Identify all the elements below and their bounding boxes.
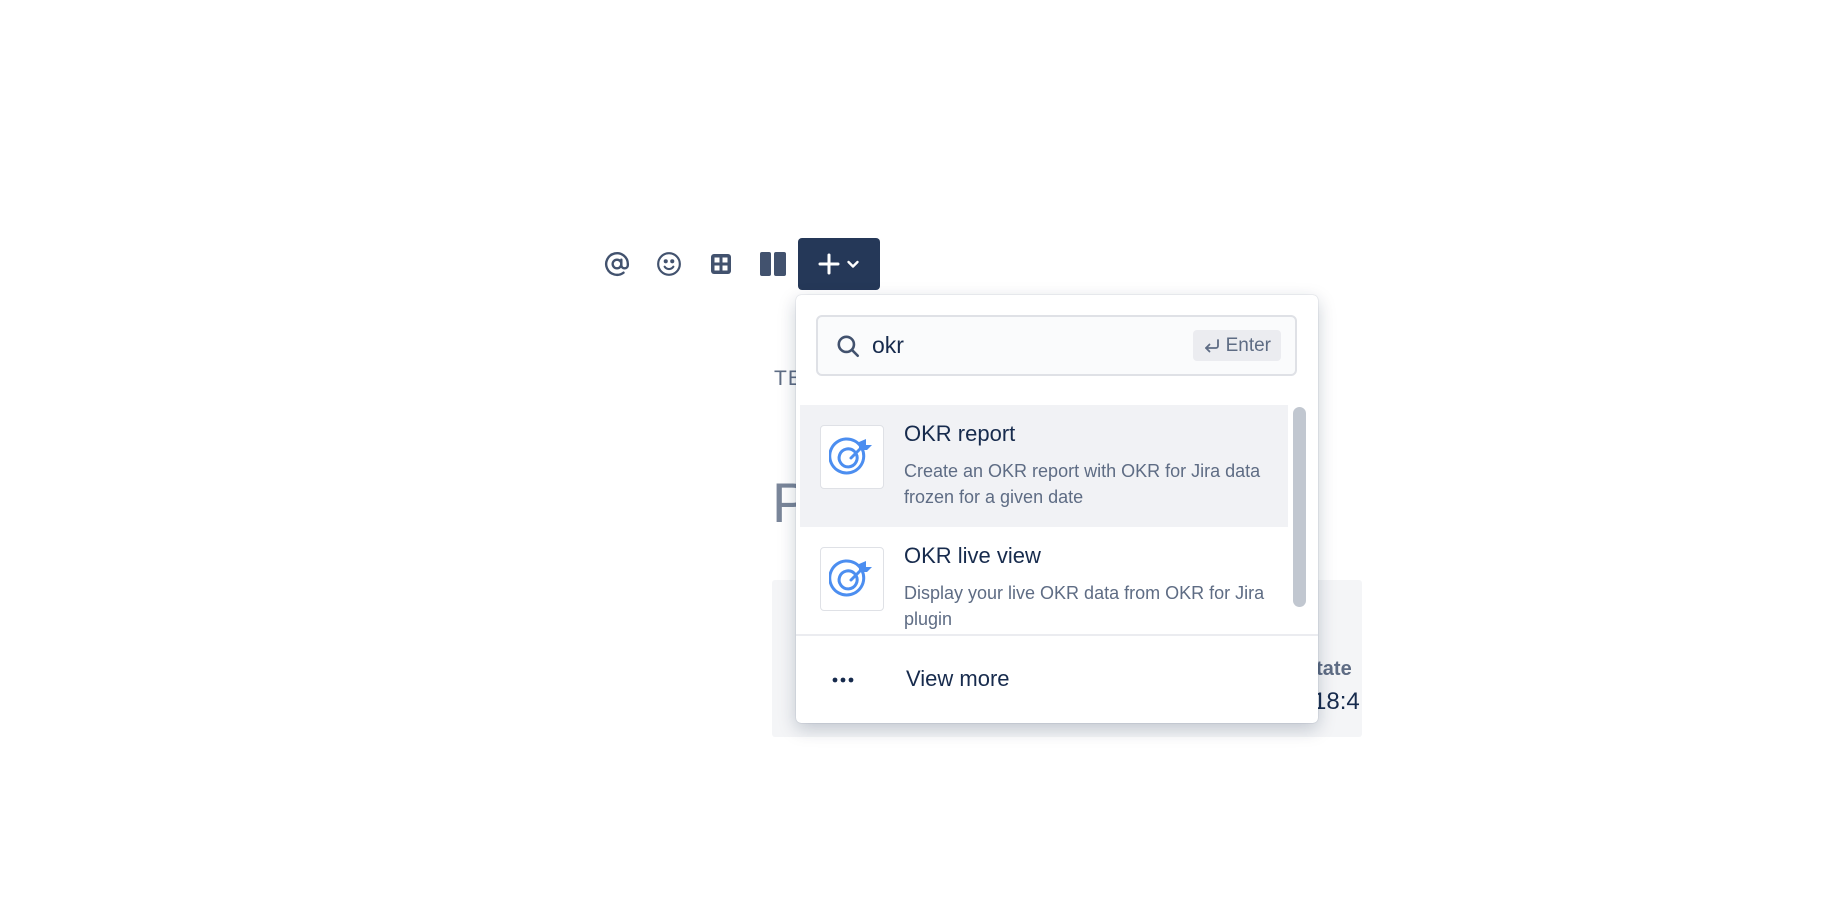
layout-button[interactable] bbox=[747, 238, 799, 290]
enter-hint-badge: Enter bbox=[1192, 330, 1281, 361]
result-title: OKR report bbox=[904, 421, 1016, 446]
search-icon bbox=[834, 332, 862, 360]
enter-key-icon bbox=[1204, 338, 1219, 352]
result-description: Display your live OKR data from OKR for … bbox=[904, 583, 1265, 629]
result-item-okr-live-view[interactable]: OKR live view Display your live OKR data… bbox=[800, 527, 1288, 631]
view-more-label: View more bbox=[906, 666, 1010, 691]
okr-target-icon bbox=[820, 547, 884, 611]
results-scrollbar[interactable] bbox=[1291, 407, 1308, 627]
emoji-icon bbox=[657, 252, 681, 276]
results-list: OKR report Create an OKR report with OKR… bbox=[800, 405, 1288, 631]
more-dots-icon bbox=[830, 667, 856, 693]
result-item-okr-report[interactable]: OKR report Create an OKR report with OKR… bbox=[800, 405, 1288, 527]
mention-button[interactable] bbox=[591, 238, 643, 290]
search-input[interactable] bbox=[872, 325, 1193, 366]
emoji-button[interactable] bbox=[643, 238, 695, 290]
layout-icon bbox=[760, 252, 786, 276]
result-description: Create an OKR report with OKR for Jira d… bbox=[904, 461, 1261, 507]
okr-target-icon bbox=[820, 425, 884, 489]
insert-button[interactable] bbox=[798, 238, 880, 290]
page-canvas: TE P state 2 18:4 okr Enter OKR report C… bbox=[0, 0, 1840, 900]
editor-toolbar bbox=[591, 238, 880, 290]
table-icon bbox=[711, 254, 731, 274]
scrollbar-thumb[interactable] bbox=[1293, 407, 1306, 607]
enter-hint-label: Enter bbox=[1225, 334, 1271, 356]
search-field[interactable]: Enter bbox=[816, 315, 1297, 376]
chevron-down-icon bbox=[847, 260, 859, 268]
table-button[interactable] bbox=[695, 238, 747, 290]
view-more-button[interactable]: View more bbox=[796, 636, 1318, 723]
insert-menu-popup: Enter OKR report Create an OKR report wi… bbox=[796, 295, 1318, 723]
result-title: OKR live view bbox=[904, 543, 1041, 568]
mention-icon bbox=[604, 252, 630, 276]
plus-icon bbox=[818, 253, 840, 275]
